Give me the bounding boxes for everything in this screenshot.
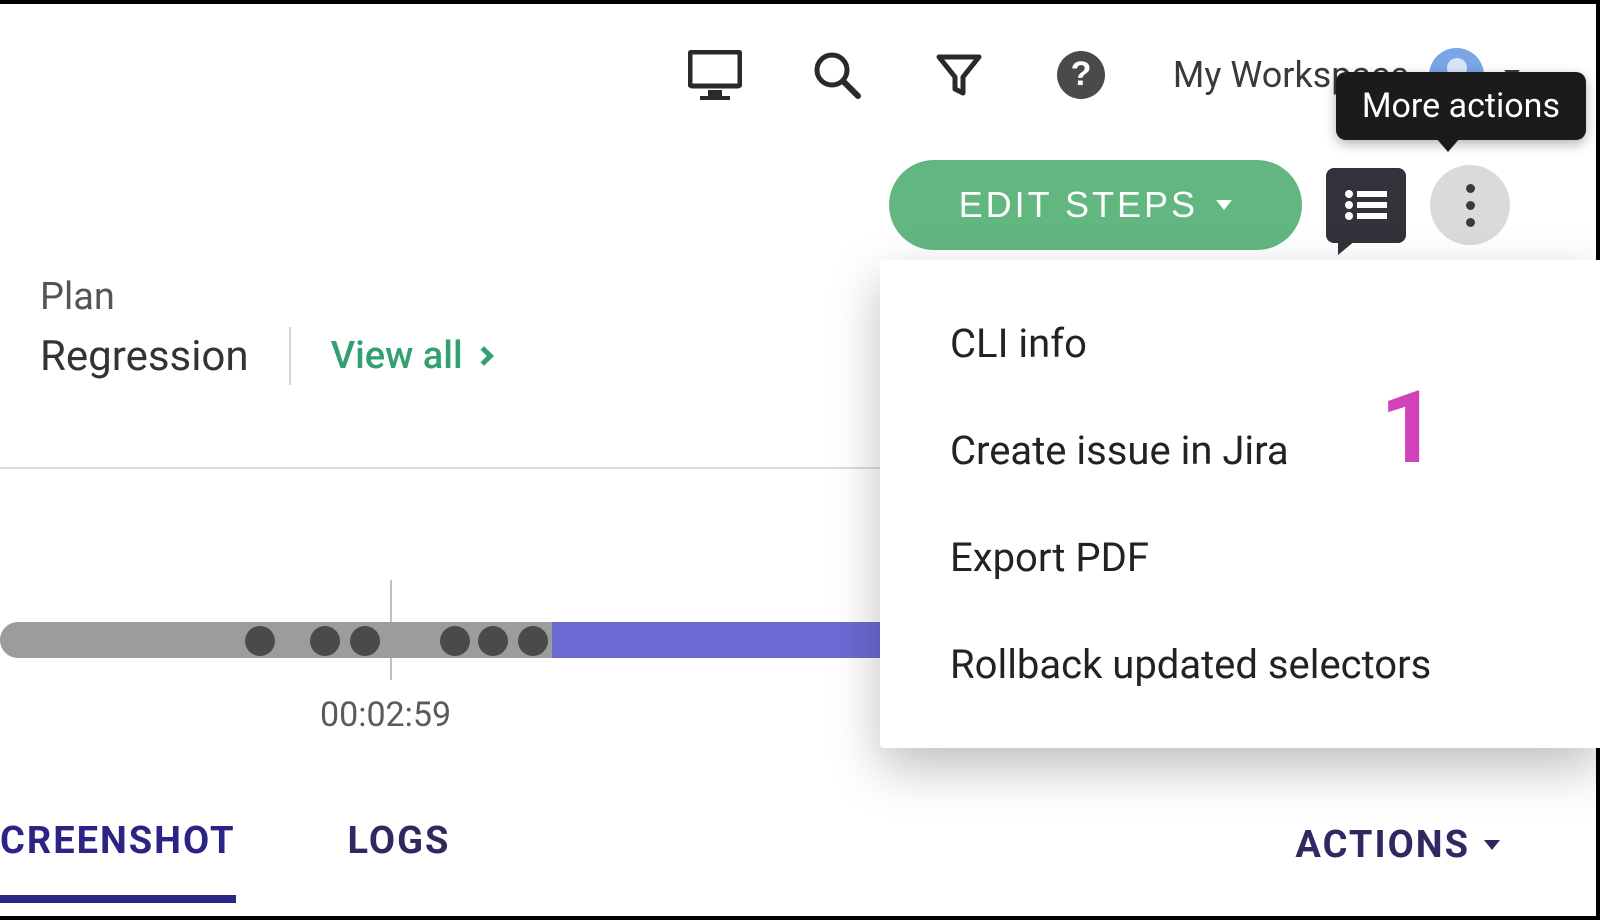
chevron-down-icon — [1484, 840, 1500, 850]
timeline-marker[interactable] — [440, 626, 470, 656]
dot-icon — [1466, 218, 1475, 227]
menu-item-cli-info[interactable]: CLI info — [880, 290, 1600, 397]
menu-item-create-jira[interactable]: Create issue in Jira — [880, 397, 1600, 504]
edit-steps-button[interactable]: EDIT STEPS — [889, 160, 1302, 250]
more-actions-menu: CLI info Create issue in Jira Export PDF… — [880, 260, 1600, 748]
timeline-marker[interactable] — [245, 626, 275, 656]
plan-label: Plan — [40, 275, 491, 319]
view-all-link[interactable]: View all — [331, 334, 491, 378]
svg-text:?: ? — [1071, 55, 1092, 93]
chevron-down-icon — [1216, 200, 1232, 210]
timeline-marker[interactable] — [350, 626, 380, 656]
tab-logs[interactable]: LOGS — [348, 799, 481, 891]
timeline-time-label: 00:02:59 — [320, 695, 451, 735]
search-icon[interactable] — [807, 45, 867, 105]
timeline-marker[interactable] — [478, 626, 508, 656]
plan-name: Regression — [40, 332, 249, 381]
menu-item-rollback-selectors[interactable]: Rollback updated selectors — [880, 611, 1600, 718]
edit-steps-label: EDIT STEPS — [959, 184, 1198, 226]
dot-icon — [1466, 184, 1475, 193]
monitor-icon[interactable] — [685, 45, 745, 105]
view-all-label: View all — [331, 334, 463, 378]
more-actions-button[interactable] — [1430, 165, 1510, 245]
tabs-row: CREENSHOT LOGS ACTIONS — [0, 795, 1560, 895]
dot-icon — [1466, 201, 1475, 210]
actions-label: ACTIONS — [1295, 823, 1470, 867]
comments-button[interactable] — [1326, 168, 1406, 243]
chevron-right-icon — [474, 346, 494, 366]
annotation-marker-1: 1 — [1380, 370, 1437, 487]
tooltip-text: More actions — [1362, 86, 1560, 126]
filter-icon[interactable] — [929, 45, 989, 105]
menu-item-export-pdf[interactable]: Export PDF — [880, 504, 1600, 611]
tab-screenshot[interactable]: CREENSHOT — [0, 799, 266, 891]
actions-dropdown[interactable]: ACTIONS — [1295, 823, 1560, 867]
timeline-marker[interactable] — [518, 626, 548, 656]
plan-block: Plan Regression View all — [40, 275, 491, 385]
timeline-marker[interactable] — [310, 626, 340, 656]
help-icon[interactable]: ? — [1051, 45, 1111, 105]
divider — [289, 327, 291, 385]
action-row: EDIT STEPS — [0, 160, 1600, 250]
plan-name-row: Regression View all — [40, 327, 491, 385]
more-actions-tooltip: More actions — [1336, 72, 1586, 140]
list-icon — [1343, 188, 1389, 222]
